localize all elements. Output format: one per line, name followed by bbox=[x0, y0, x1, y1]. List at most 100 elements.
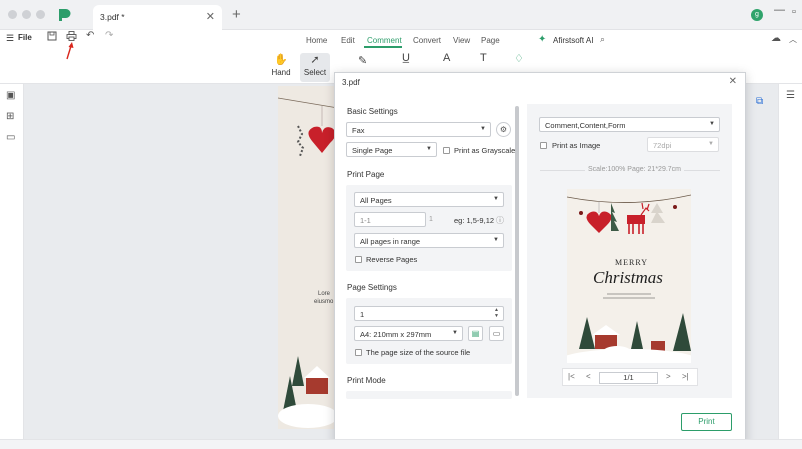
dpi-value: 72dpi bbox=[653, 141, 672, 150]
hand-icon: ✋ bbox=[274, 54, 288, 66]
undo-icon[interactable]: ↶ bbox=[86, 30, 94, 41]
printer-select[interactable]: Fax ▼ bbox=[346, 122, 491, 137]
minimize-icon[interactable]: — bbox=[774, 4, 785, 16]
paper-size-select[interactable]: A4: 210mm x 297mm ▼ bbox=[354, 326, 463, 341]
redo-icon[interactable]: ↷ bbox=[105, 30, 113, 41]
card-title-line2: Christmas bbox=[593, 268, 663, 287]
document-tab[interactable]: 3.pdf * ✕ bbox=[93, 5, 222, 30]
copies-stepper[interactable]: 1 ▲ ▼ bbox=[354, 306, 504, 321]
translate-icon[interactable]: ⧉ bbox=[756, 96, 763, 107]
tab-page[interactable]: Page bbox=[481, 36, 500, 45]
stepper-arrows-icon[interactable]: ▲ ▼ bbox=[494, 307, 499, 319]
next-page-icon[interactable]: > bbox=[666, 372, 671, 381]
page-range-select[interactable]: All Pages ▼ bbox=[354, 192, 504, 207]
left-sidebar: ▣ ⊞ ▭ bbox=[0, 84, 24, 439]
gear-icon: ⚙ bbox=[499, 125, 508, 134]
copies-value: 1 bbox=[360, 310, 365, 319]
dpi-select[interactable]: 72dpi ▼ bbox=[647, 137, 719, 152]
cursor-icon: ➚ bbox=[310, 54, 320, 66]
chevron-down-icon: ▼ bbox=[708, 141, 714, 147]
dialog-title: 3.pdf bbox=[342, 78, 360, 87]
ai-sparkle-icon: ✦ bbox=[538, 34, 547, 45]
last-page-icon[interactable]: >| bbox=[682, 372, 689, 381]
tab-view[interactable]: View bbox=[453, 36, 470, 45]
active-tab-indicator bbox=[364, 46, 402, 48]
tab-home[interactable]: Home bbox=[306, 36, 327, 45]
custom-range-input[interactable]: 1-1 bbox=[354, 212, 426, 227]
custom-range-suffix: 1 bbox=[429, 216, 433, 223]
chevron-down-icon: ▼ bbox=[452, 330, 458, 336]
chevron-down-icon: ▼ bbox=[493, 237, 499, 243]
reverse-pages-checkbox[interactable] bbox=[355, 256, 362, 263]
page-mode-select[interactable]: Single Page ▼ bbox=[346, 142, 437, 157]
page-mode-value: Single Page bbox=[352, 146, 393, 155]
grayscale-label: Print as Grayscale bbox=[454, 146, 516, 155]
print-content-select[interactable]: Comment,Content,Form ▼ bbox=[539, 117, 720, 132]
right-sidebar: ☰ bbox=[778, 84, 802, 439]
maximize-icon[interactable]: ▫ bbox=[792, 6, 796, 18]
underline-icon[interactable]: U̲ bbox=[402, 52, 410, 64]
chevron-down-icon: ▼ bbox=[493, 196, 499, 202]
textbox-icon[interactable]: T bbox=[480, 52, 487, 64]
reverse-pages-label: Reverse Pages bbox=[366, 255, 418, 264]
sticker-icon[interactable]: ♢ bbox=[514, 52, 524, 65]
document-page-art bbox=[278, 97, 338, 428]
page-subset-value: All pages in range bbox=[360, 237, 421, 246]
save-icon[interactable] bbox=[47, 31, 57, 41]
print-button[interactable]: Print bbox=[681, 413, 732, 431]
print-as-image-label: Print as Image bbox=[552, 141, 601, 150]
tab-edit[interactable]: Edit bbox=[341, 36, 355, 45]
print-as-image-checkbox[interactable] bbox=[540, 142, 547, 149]
tab-convert[interactable]: Convert bbox=[413, 36, 441, 45]
search-icon[interactable]: ⌕ bbox=[600, 34, 605, 45]
select-tool[interactable]: ➚ Select bbox=[300, 53, 330, 82]
window-close-dot[interactable] bbox=[8, 10, 17, 19]
first-page-icon[interactable]: |< bbox=[568, 372, 575, 381]
document-page: Lore eiusmo bbox=[278, 86, 338, 429]
tab-comment[interactable]: Comment bbox=[367, 36, 402, 45]
thumbnail-icon[interactable]: ▣ bbox=[6, 90, 15, 101]
print-icon[interactable] bbox=[66, 31, 77, 41]
print-mode-panel bbox=[346, 391, 512, 399]
chevron-down-icon: ▼ bbox=[426, 146, 432, 152]
printer-settings-button[interactable]: ⚙ bbox=[496, 122, 511, 137]
bookmark-icon[interactable]: ⊞ bbox=[6, 111, 14, 122]
menu-icon[interactable]: ☰ bbox=[6, 33, 14, 44]
window-minimize-dot[interactable] bbox=[22, 10, 31, 19]
status-bar bbox=[0, 439, 802, 449]
tab-title: 3.pdf * bbox=[100, 12, 125, 22]
file-menu[interactable]: File bbox=[18, 33, 32, 42]
hand-tool-label: Hand bbox=[271, 68, 291, 77]
cloud-icon[interactable]: ☁ bbox=[771, 33, 781, 44]
custom-range-value: 1-1 bbox=[360, 216, 371, 225]
source-page-size-checkbox[interactable] bbox=[355, 349, 362, 356]
close-icon[interactable]: ✕ bbox=[729, 76, 737, 87]
new-tab-icon[interactable]: + bbox=[232, 6, 241, 23]
chevron-down-icon: ▼ bbox=[709, 121, 715, 127]
comment-list-icon[interactable]: ▭ bbox=[6, 132, 15, 143]
avatar[interactable]: g bbox=[751, 9, 763, 21]
landscape-orientation-button[interactable]: ▭ bbox=[489, 326, 504, 341]
page-subset-select[interactable]: All pages in range ▼ bbox=[354, 233, 504, 248]
close-icon[interactable]: ✕ bbox=[206, 10, 215, 23]
title-bar: 3.pdf * ✕ + g — ▫ bbox=[0, 0, 802, 30]
chevron-down-icon: ▼ bbox=[480, 126, 486, 132]
grayscale-checkbox[interactable] bbox=[443, 147, 450, 154]
chevron-up-icon[interactable]: ︿ bbox=[789, 34, 797, 45]
settings-scrollbar[interactable] bbox=[515, 106, 519, 396]
source-page-size-label: The page size of the source file bbox=[366, 348, 471, 357]
hand-tool[interactable]: ✋ Hand bbox=[266, 53, 296, 82]
page-text-line: Lore bbox=[318, 291, 331, 297]
strikethrough-icon[interactable]: A bbox=[443, 52, 450, 64]
printer-value: Fax bbox=[352, 126, 365, 135]
ai-assistant-button[interactable]: Afirstsoft AI bbox=[553, 36, 593, 45]
card-title-line1: MERRY bbox=[615, 258, 649, 267]
page-number-input[interactable]: 1/1 bbox=[599, 372, 658, 384]
portrait-icon: ▤ bbox=[471, 329, 480, 338]
properties-icon[interactable]: ☰ bbox=[786, 90, 795, 101]
window-maximize-dot[interactable] bbox=[36, 10, 45, 19]
info-icon[interactable]: ⓘ bbox=[496, 215, 504, 226]
portrait-orientation-button[interactable]: ▤ bbox=[468, 326, 483, 341]
pencil-icon[interactable]: ✎ bbox=[358, 54, 367, 67]
prev-page-icon[interactable]: < bbox=[586, 372, 591, 381]
